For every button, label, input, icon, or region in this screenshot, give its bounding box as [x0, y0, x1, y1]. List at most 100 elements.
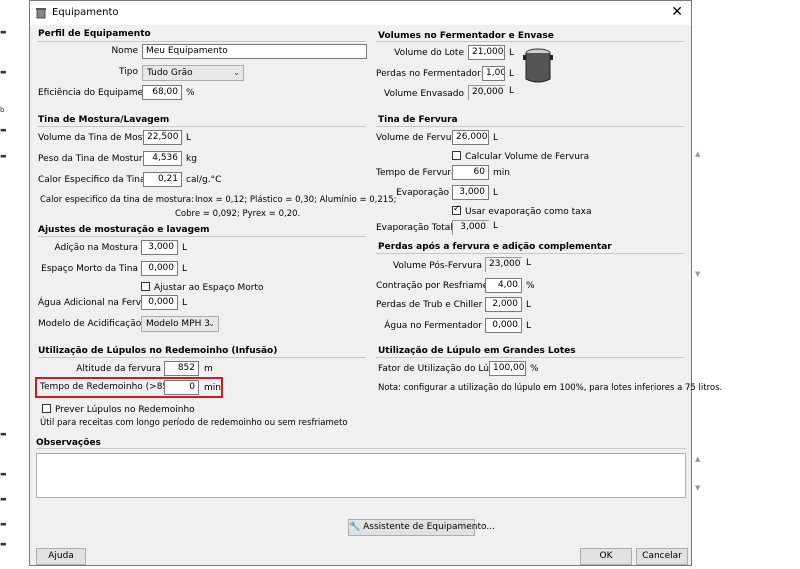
perdas-trub-label: Perdas de Trub e Chiller — [376, 300, 483, 310]
bg-fragment: ▬ — [0, 520, 7, 528]
redemoinho-note: Útil para receitas com longo período de … — [40, 418, 348, 428]
background-left: ▬ ▬ b ▬ ▬ ▬ ▬ ▬ ▬ ▬ — [0, 0, 28, 569]
section-title-observacoes: Observações — [36, 438, 101, 448]
calor-note-line2: Cobre = 0,092; Pyrex = 0,20. — [175, 209, 301, 219]
ajustar-espaco-label: Ajustar ao Espaço Morto — [154, 283, 264, 293]
bg-fragment: ▬ — [0, 68, 7, 76]
volume-pos-fervura-label: Volume Pós-Fervura — [392, 261, 482, 271]
calor-tina-unit: cal/g.°C — [186, 175, 222, 185]
volume-tina-input[interactable]: 22,500 — [143, 130, 182, 145]
nome-input[interactable]: Meu Equipamento — [142, 44, 367, 59]
close-icon[interactable]: ✕ — [671, 5, 683, 19]
perdas-trub-unit: L — [526, 300, 532, 310]
eficiencia-input[interactable]: 68,00 — [142, 85, 182, 100]
calcular-volume-checkbox[interactable]: Calcular Volume de Fervura — [452, 151, 589, 162]
tempo-fervura-label: Tempo de Fervura — [376, 168, 457, 178]
evaporacao-total-label: Evaporação Total — [376, 223, 453, 233]
grandes-lotes-note: Nota: configurar a utilização do lúpulo … — [378, 383, 723, 393]
volume-pos-fervura-unit: L — [526, 258, 532, 268]
lote-unit: L — [509, 48, 515, 58]
eficiencia-unit: % — [186, 88, 195, 98]
volume-tina-unit: L — [186, 133, 192, 143]
section-title-tina-fervura: Tina de Fervura — [378, 115, 458, 125]
tempo-fervura-unit: min — [493, 168, 510, 178]
prever-lupulos-checkbox[interactable]: Prever Lúpulos no Redemoinho — [42, 404, 195, 415]
bg-fragment: ▬ — [0, 430, 7, 438]
equipment-window-icon — [36, 8, 46, 19]
observacoes-textarea[interactable] — [36, 453, 686, 498]
bg-fragment: ▬ — [0, 152, 7, 160]
peso-tina-label: Peso da Tina de Mostura — [38, 154, 149, 164]
modelo-acidificacao-select[interactable]: Modelo MPH 3 ⌄ — [141, 316, 219, 332]
agua-fermentador-unit: L — [526, 321, 532, 331]
altitude-label: Altitude da fervura — [76, 364, 161, 374]
title-bar[interactable]: Equipamento ✕ — [30, 1, 691, 25]
chevron-down-icon: ⌄ — [233, 68, 240, 77]
divider — [38, 126, 366, 127]
section-title-lupulo-grandes: Utilização de Lúpulo em Grandes Lotes — [378, 346, 576, 356]
calcular-volume-label: Calcular Volume de Fervura — [465, 152, 590, 162]
equipment-dialog: Equipamento ✕ Perfil de Equipamento Nome… — [29, 0, 722, 566]
checkbox-box-checked[interactable] — [452, 204, 461, 215]
evaporacao-total-unit: L — [493, 221, 499, 231]
volume-fervura-unit: L — [493, 133, 499, 143]
usar-taxa-label: Usar evaporação como taxa — [465, 207, 592, 217]
envasado-unit: L — [509, 86, 515, 96]
tempo-redemoinho-unit: min — [204, 383, 221, 393]
fator-utilizacao-input[interactable]: 100,00 — [489, 361, 526, 376]
checkbox-box[interactable] — [452, 151, 461, 160]
tipo-select[interactable]: Tudo Grão ⌄ — [142, 65, 244, 81]
chevron-down-icon: ⌄ — [208, 319, 215, 328]
peso-tina-input[interactable]: 4,536 — [143, 151, 182, 166]
tempo-fervura-input[interactable]: 60 — [452, 165, 489, 180]
espaco-morto-input[interactable]: 0,000 — [141, 261, 178, 276]
checkbox-box[interactable] — [42, 404, 51, 413]
scroll-down-icon[interactable]: ▼ — [695, 270, 700, 278]
envasado-label: Volume Envasado — [384, 89, 464, 99]
modelo-acidificacao-value: Modelo MPH 3 — [146, 319, 210, 329]
scroll-up-icon[interactable]: ▲ — [695, 150, 700, 158]
divider — [36, 448, 686, 449]
perdas-fermentador-input[interactable]: 1,000 — [482, 66, 505, 81]
modelo-acidificacao-label: Modelo de Acidificação — [38, 319, 142, 329]
agua-adicional-input[interactable]: 0,000 — [141, 295, 178, 310]
volume-tina-label: Volume da Tina de Mostura — [38, 133, 161, 143]
evaporacao-total-value: 3,000 — [452, 220, 489, 235]
lote-input[interactable]: 21,000 — [468, 45, 505, 60]
peso-tina-unit: kg — [186, 154, 197, 164]
bg-fragment: ▬ — [0, 126, 7, 134]
contracao-unit: % — [526, 281, 535, 291]
agua-adicional-label: Água Adicional na Fervura — [38, 298, 156, 308]
espaco-morto-unit: L — [182, 264, 188, 274]
cancelar-button[interactable]: Cancelar — [636, 548, 688, 565]
section-title-lupulos-redemoinho: Utilização de Lúpulos no Redemoinho (Inf… — [38, 346, 278, 356]
adicao-mostura-input[interactable]: 3,000 — [141, 240, 178, 255]
ok-button[interactable]: OK — [580, 548, 632, 565]
section-title-tina-mostura: Tina de Mostura/Lavagem — [38, 115, 170, 125]
contracao-label: Contração por Resfriamento — [376, 281, 503, 291]
agua-fermentador-input[interactable]: 0,000 — [485, 318, 522, 333]
altitude-unit: m — [204, 364, 213, 374]
bg-fragment: ▬ — [0, 495, 7, 503]
ajuda-button[interactable]: Ajuda — [36, 548, 86, 565]
ajustar-espaco-checkbox[interactable]: Ajustar ao Espaço Morto — [141, 282, 263, 293]
volume-fervura-input[interactable]: 26,000 — [452, 130, 489, 145]
calor-tina-input[interactable]: 0,21 — [143, 172, 182, 187]
altitude-input[interactable]: 852 — [164, 361, 199, 376]
nome-label: Nome — [111, 46, 138, 56]
scroll-down-icon[interactable]: ▼ — [695, 484, 700, 492]
assistente-button[interactable]: 🔧 Assistente de Equipamento... — [348, 519, 495, 536]
calor-note-line1: Inox = 0,12; Plástico = 0,30; Alumínio =… — [195, 195, 397, 205]
tempo-redemoinho-input[interactable]: 0 — [164, 380, 199, 395]
perdas-trub-input[interactable]: 2,000 — [485, 297, 522, 312]
scroll-up-icon[interactable]: ▲ — [695, 455, 700, 463]
evaporacao-unit: L — [493, 188, 499, 198]
divider — [376, 41, 684, 42]
background-scrollbar[interactable]: ▲ ▼ ▲ ▼ — [690, 0, 707, 569]
usar-taxa-checkbox[interactable]: Usar evaporação como taxa — [452, 204, 592, 217]
eficiencia-label: Eficiência do Equipamento — [38, 88, 158, 98]
evaporacao-input[interactable]: 3,000 — [452, 185, 489, 200]
contracao-input[interactable]: 4,00 — [485, 278, 522, 293]
section-title-ajustes: Ajustes de mosturação e lavagem — [38, 225, 210, 235]
checkbox-box[interactable] — [141, 282, 150, 291]
